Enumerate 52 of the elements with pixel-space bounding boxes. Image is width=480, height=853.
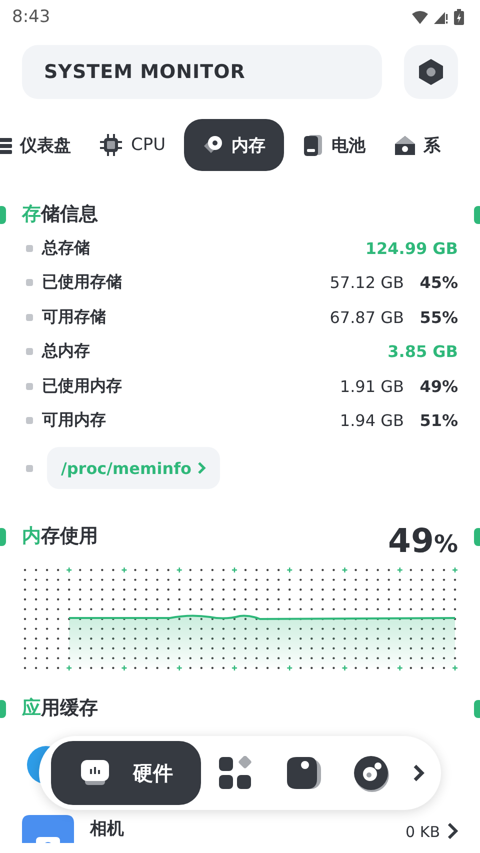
info-value: 124.99 GB [365, 238, 458, 258]
info-percent: 49% [418, 376, 458, 396]
info-label: 总内存 [42, 341, 91, 362]
info-label: 总存储 [42, 238, 91, 259]
nav-button[interactable]: 硬件 [51, 741, 201, 805]
bullet-icon [26, 382, 33, 390]
cache-size: 0 KB [406, 823, 440, 841]
bullet-icon [26, 417, 33, 424]
chip-icon [99, 133, 123, 157]
chevron-icon[interactable] [413, 764, 425, 782]
chevron-icon [448, 823, 458, 839]
app-name: 相机 [90, 818, 125, 840]
signal-icon [434, 10, 448, 24]
info-value: 1.91 GB [340, 376, 404, 396]
grid-icon[interactable] [218, 756, 252, 790]
app-title: SYSTEM MONITOR [22, 45, 382, 99]
info-label: 已使用内存 [42, 376, 123, 397]
bullet-icon [26, 279, 33, 286]
bullet-icon [26, 464, 33, 472]
nav-tab[interactable]: CPU [89, 119, 176, 171]
info-value: 67.87 GB [330, 308, 404, 327]
wifi-icon [412, 10, 428, 24]
info-value: 57.12 GB [330, 273, 404, 292]
nav-tab[interactable]: 内存 [184, 119, 284, 171]
bullet-icon [26, 244, 33, 252]
bullet-icon [26, 314, 33, 321]
bullet-icon [26, 348, 33, 356]
section-title: 存储信息 [22, 202, 98, 227]
usage-percent: 49% [388, 520, 458, 560]
house-icon [394, 134, 416, 156]
info-label: 已使用存储 [42, 272, 123, 294]
camera-icon [22, 815, 74, 843]
info-percent: 55% [418, 308, 458, 327]
battery-icon [454, 9, 464, 25]
clock-time: 8:43 [12, 7, 50, 27]
info-label: 可用存储 [42, 306, 107, 328]
info-label: 可用内存 [42, 410, 107, 432]
battery-icon [302, 133, 324, 157]
info-value: 1.94 GB [340, 411, 404, 430]
nav-tab[interactable]: 系 [384, 119, 451, 171]
disc-icon[interactable] [351, 753, 391, 793]
section-title: 内存使用 [22, 524, 98, 549]
info-value: 3.85 GB [388, 342, 458, 362]
nav-tab[interactable]: 仪表盘 [0, 119, 81, 171]
info-percent: 51% [418, 411, 458, 430]
section-title: 应用缓存 [22, 696, 98, 721]
settings-button[interactable] [404, 45, 458, 99]
chevron-icon [198, 462, 206, 474]
nav-tab[interactable]: 电池 [292, 119, 376, 171]
hexagon-icon [418, 58, 444, 86]
tag-icon [202, 134, 224, 156]
info-percent: 45% [418, 273, 458, 292]
